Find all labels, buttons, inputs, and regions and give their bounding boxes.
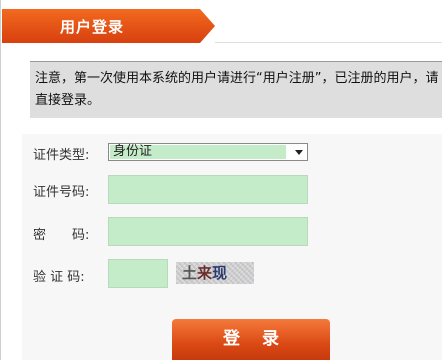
captcha-input[interactable]	[108, 259, 168, 288]
login-button[interactable]: 登录	[172, 319, 330, 360]
id-number-input[interactable]	[108, 175, 308, 204]
left-border	[0, 0, 1, 360]
id-type-label: 证件类型:	[33, 148, 90, 163]
captcha-label: 验 证 码:	[33, 270, 85, 285]
notice-text: 注意，第一次使用本系统的用户请进行“用户注册”，已注册的用户，请直接登录。	[35, 71, 439, 108]
chevron-down-icon[interactable]	[295, 150, 303, 155]
notice-box: 注意，第一次使用本系统的用户请进行“用户注册”，已注册的用户，请直接登录。	[30, 61, 442, 118]
id-number-label: 证件号码:	[33, 185, 90, 200]
captcha-image[interactable]: 土来现	[176, 262, 254, 284]
captcha-char: 来	[197, 264, 213, 282]
id-type-selected-value: 身份证	[113, 144, 153, 159]
captcha-char: 现	[212, 264, 228, 282]
password-input[interactable]	[108, 217, 308, 246]
captcha-char: 土	[182, 264, 198, 282]
password-label: 密 码:	[33, 228, 90, 243]
id-type-select[interactable]: 身份证	[108, 143, 308, 161]
page-title: 用户登录	[60, 18, 125, 36]
header-divider	[215, 42, 442, 43]
